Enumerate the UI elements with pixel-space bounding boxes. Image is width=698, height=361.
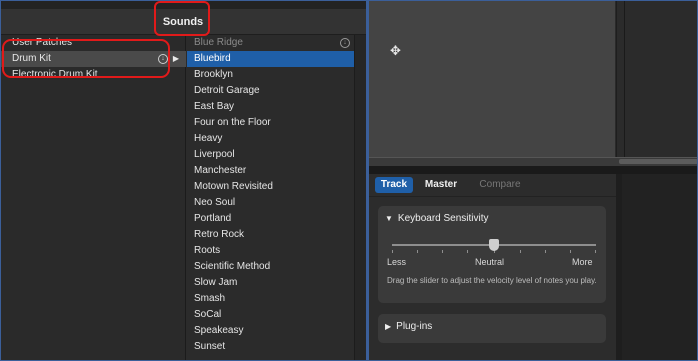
kit-item[interactable]: Blue Ridge ↓ xyxy=(187,35,354,51)
sensitivity-slider-knob[interactable] xyxy=(489,239,499,251)
kit-label: SoCal xyxy=(194,309,222,320)
kit-item[interactable]: Speakeasy xyxy=(187,323,354,339)
kit-label: Sunset xyxy=(194,341,226,352)
plugins-panel[interactable]: ▶ Plug-ins xyxy=(378,314,606,343)
keyboard-sensitivity-panel: ▼ Keyboard Sensitivity Less Neutral More … xyxy=(378,206,606,303)
kit-label: Portland xyxy=(194,213,232,224)
column-separator xyxy=(354,35,366,361)
drum-kit-annotation-outline xyxy=(2,39,170,78)
kit-item[interactable]: Portland xyxy=(187,211,354,227)
kit-label: Bluebird xyxy=(194,53,231,64)
kit-label: Smash xyxy=(194,293,226,304)
kit-label: Scientific Method xyxy=(194,261,271,272)
plugins-header[interactable]: ▶ Plug-ins xyxy=(385,321,432,332)
kit-label: East Bay xyxy=(194,101,235,112)
sensitivity-description: Drag the slider to adjust the velocity l… xyxy=(387,276,597,285)
sounds-annotation-outline xyxy=(154,1,210,36)
slider-tick xyxy=(442,250,443,253)
kit-item[interactable]: Sunset xyxy=(187,339,354,355)
sound-library: Sounds User Patches Drum Kit ↓ ▶ Electro… xyxy=(0,0,366,361)
slider-tick xyxy=(392,250,393,253)
kit-item[interactable]: Brooklyn xyxy=(187,67,354,83)
slider-tick xyxy=(570,250,571,253)
kit-label: Brooklyn xyxy=(194,69,233,80)
kit-item[interactable]: Liverpool xyxy=(187,147,354,163)
kit-item[interactable]: Four on the Floor xyxy=(187,115,354,131)
kit-item-selected[interactable]: Bluebird xyxy=(187,51,354,67)
kit-column: Blue Ridge ↓ Bluebird Brooklyn Detroit G… xyxy=(187,35,354,361)
kit-item[interactable]: Retro Rock xyxy=(187,227,354,243)
slider-min-label: Less xyxy=(387,257,407,267)
keyboard-sensitivity-header[interactable]: ▼ Keyboard Sensitivity xyxy=(385,213,489,224)
panel-divider-line xyxy=(624,0,625,166)
category-column: User Patches Drum Kit ↓ ▶ Electronic Dru… xyxy=(0,35,186,361)
kit-item[interactable]: Heavy xyxy=(187,131,354,147)
kit-item[interactable]: Scientific Method xyxy=(187,259,354,275)
kit-label: Retro Rock xyxy=(194,229,245,240)
plugins-title: Plug-ins xyxy=(396,321,433,332)
kit-item[interactable]: Slow Jam xyxy=(187,275,354,291)
move-cursor-icon: ✥ xyxy=(390,43,401,58)
kit-item[interactable]: Detroit Garage xyxy=(187,83,354,99)
slider-tick xyxy=(545,250,546,253)
kit-label: Four on the Floor xyxy=(194,117,271,128)
inspector-side-panel xyxy=(622,174,698,361)
slider-max-label: More xyxy=(572,257,593,267)
slider-tick xyxy=(467,250,468,253)
kit-item[interactable]: Smash xyxy=(187,291,354,307)
chevron-right-icon: ▶ xyxy=(172,54,179,63)
kit-label: Speakeasy xyxy=(194,325,244,336)
kit-item[interactable]: Manchester xyxy=(187,163,354,179)
kit-item[interactable]: Motown Revisited xyxy=(187,179,354,195)
kit-label: Motown Revisited xyxy=(194,181,273,192)
triangle-right-icon: ▶ xyxy=(385,322,392,331)
slider-mid-label: Neutral xyxy=(475,257,505,267)
triangle-down-icon: ▼ xyxy=(385,214,393,223)
canvas-side-panel xyxy=(617,0,698,166)
slider-tick xyxy=(417,250,418,253)
kit-label: Manchester xyxy=(194,165,247,176)
kit-label: Blue Ridge xyxy=(194,37,243,48)
kit-item[interactable]: Neo Soul xyxy=(187,195,354,211)
download-circle-icon[interactable]: ↓ xyxy=(340,38,350,48)
tab-track[interactable]: Track xyxy=(375,177,413,193)
kit-label: Slow Jam xyxy=(194,277,238,288)
slider-tick xyxy=(595,250,596,253)
kit-label: Neo Soul xyxy=(194,197,236,208)
horizontal-divider[interactable] xyxy=(369,166,698,174)
kit-label: Heavy xyxy=(194,133,223,144)
workspace-canvas[interactable]: ✥ xyxy=(369,0,616,166)
tab-master[interactable]: Master xyxy=(419,177,463,193)
tab-compare[interactable]: Compare xyxy=(473,177,527,193)
kit-item[interactable]: SoCal xyxy=(187,307,354,323)
kit-item[interactable]: Roots xyxy=(187,243,354,259)
smart-controls-inspector: Track Master Compare ▼ Keyboard Sensitivi… xyxy=(369,174,616,361)
scrollbar-thumb[interactable] xyxy=(619,159,698,164)
kit-label: Liverpool xyxy=(194,149,235,160)
kit-label: Detroit Garage xyxy=(194,85,260,96)
editor-area: ✥ Track Master Compare ▼ Keyboard Sensiti… xyxy=(369,0,698,361)
kit-item[interactable]: East Bay xyxy=(187,99,354,115)
slider-tick xyxy=(520,250,521,253)
kit-label: Roots xyxy=(194,245,221,256)
keyboard-sensitivity-title: Keyboard Sensitivity xyxy=(397,213,489,224)
tabs-divider xyxy=(369,196,616,197)
